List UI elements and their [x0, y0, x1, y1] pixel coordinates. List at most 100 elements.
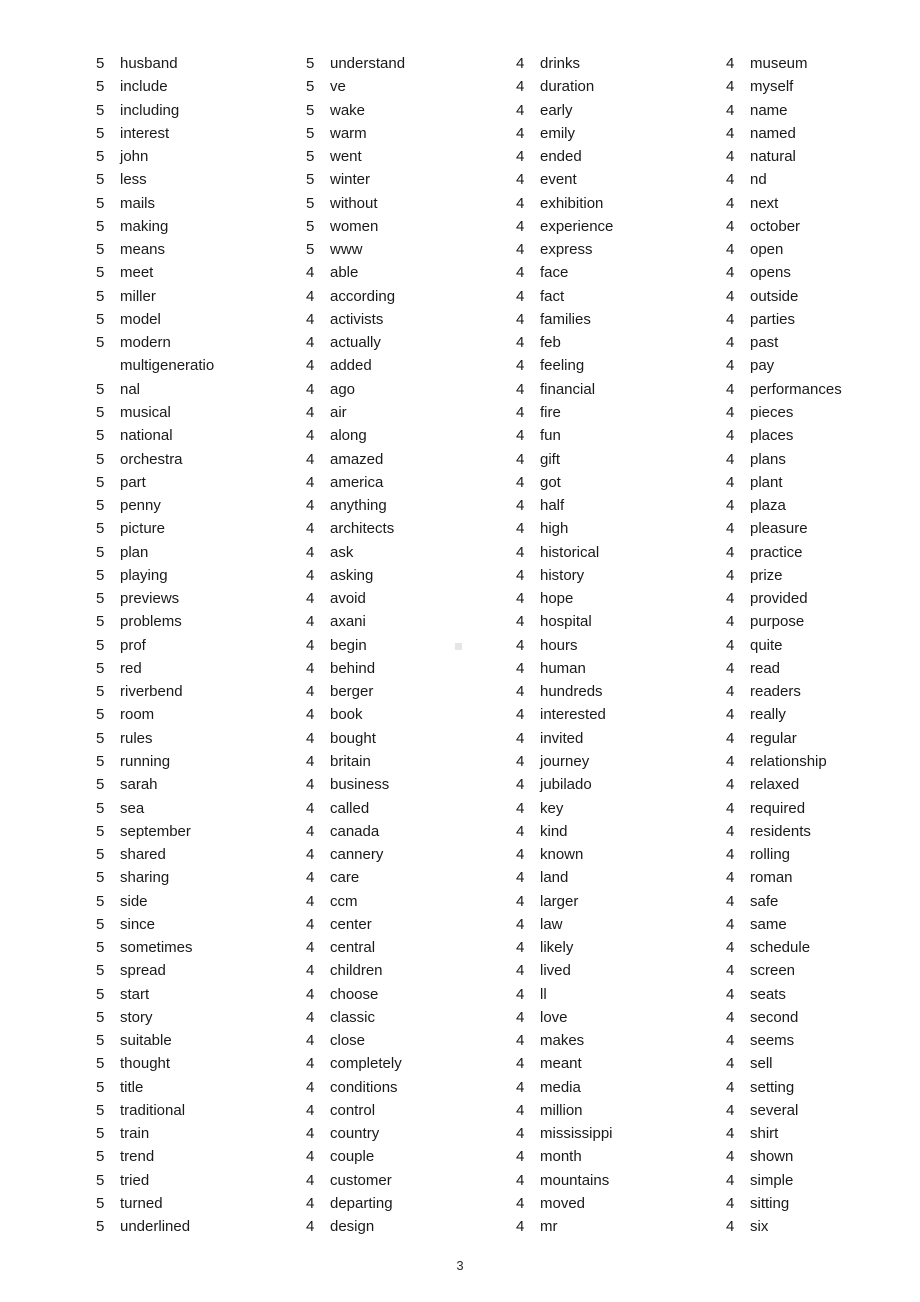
- word-count: 5: [96, 636, 105, 654]
- word-count: 4: [726, 194, 735, 212]
- word-text: safe: [750, 892, 779, 910]
- word-text: past: [750, 334, 779, 352]
- word-count: 4: [726, 985, 735, 1003]
- word-text: previews: [120, 590, 180, 608]
- word-text: roman: [750, 869, 793, 887]
- word-entry-row: 4 feeling: [516, 354, 726, 377]
- word-entry-row: 5 start: [96, 983, 306, 1006]
- word-count: 4: [306, 473, 315, 491]
- word-text: practice: [750, 543, 803, 561]
- word-entry-row: 4 moved: [516, 1192, 726, 1215]
- word-text: got: [540, 473, 561, 491]
- word-count: 4: [516, 124, 525, 142]
- word-entry-row: 4 pleasure: [726, 517, 920, 540]
- word-count: 4: [306, 310, 315, 328]
- word-entry-row: 4 lived: [516, 959, 726, 982]
- word-count: 4: [516, 520, 525, 538]
- word-entry-row: 5 sea: [96, 797, 306, 820]
- word-text: able: [330, 264, 359, 282]
- word-entry-row: 4 regular: [726, 727, 920, 750]
- word-entry-row: 5 ve: [306, 75, 516, 98]
- word-count: 4: [306, 939, 315, 957]
- word-count: 4: [516, 543, 525, 561]
- word-entry-row: 4 fact: [516, 285, 726, 308]
- word-text: relationship: [750, 752, 827, 770]
- word-entry-row: 4 mississippi: [516, 1122, 726, 1145]
- word-entry-row: 5 train: [96, 1122, 306, 1145]
- word-count: 5: [96, 776, 105, 794]
- word-text: half: [540, 497, 565, 515]
- word-count: 5: [96, 985, 105, 1003]
- word-text: john: [120, 148, 149, 166]
- word-text: second: [750, 1008, 799, 1026]
- word-text: nd: [750, 171, 767, 189]
- word-text: human: [540, 659, 586, 677]
- word-text: prize: [750, 566, 783, 584]
- word-entry-row: 5 wake: [306, 99, 516, 122]
- word-text: pleasure: [750, 520, 808, 538]
- word-text: turned: [120, 1195, 163, 1213]
- word-entry-row: 4 classic: [306, 1006, 516, 1029]
- word-count: 5: [96, 1218, 105, 1236]
- word-count: 5: [96, 380, 105, 398]
- word-count: 4: [306, 613, 315, 631]
- word-text: journey: [540, 752, 590, 770]
- word-entry-row: 5 mails: [96, 192, 306, 215]
- word-entry-row: 4 pieces: [726, 401, 920, 424]
- word-count: 4: [306, 659, 315, 677]
- word-text: departing: [330, 1195, 393, 1213]
- word-entry-row: 5 include: [96, 75, 306, 98]
- word-text: spread: [120, 962, 166, 980]
- word-count: 4: [516, 1032, 525, 1050]
- word-entry-row: 4 plant: [726, 471, 920, 494]
- word-text: side: [120, 892, 148, 910]
- word-text: makes: [540, 1032, 585, 1050]
- word-count: 4: [726, 287, 735, 305]
- word-text: trend: [120, 1148, 155, 1166]
- word-text: conditions: [330, 1078, 398, 1096]
- word-text: title: [120, 1078, 144, 1096]
- word-text: ago: [330, 380, 356, 398]
- word-entry-row: 5 went: [306, 145, 516, 168]
- word-count: 4: [726, 403, 735, 421]
- word-text: control: [330, 1101, 376, 1119]
- word-count: 4: [306, 706, 315, 724]
- word-text: drinks: [540, 55, 581, 72]
- word-entry-row: 5 husband: [96, 52, 306, 75]
- word-entry-row: 4 half: [516, 494, 726, 517]
- word-text: likely: [540, 939, 574, 957]
- word-text: october: [750, 217, 801, 235]
- word-count: 5: [96, 613, 105, 631]
- word-entry-row: 4 early: [516, 99, 726, 122]
- word-entry-row: 4 able: [306, 261, 516, 284]
- word-text: ask: [330, 543, 354, 561]
- word-count: 4: [726, 613, 735, 631]
- word-entry-row: 5 underlined: [96, 1215, 306, 1238]
- word-text: hospital: [540, 613, 592, 631]
- word-entry-row: 5 nal: [96, 378, 306, 401]
- word-entry-row: 4 really: [726, 703, 920, 726]
- word-count: 4: [726, 729, 735, 747]
- word-text: completely: [330, 1055, 402, 1073]
- word-entry-row: 4 mr: [516, 1215, 726, 1238]
- word-count: 4: [726, 55, 735, 72]
- word-count: 4: [306, 590, 315, 608]
- word-text: required: [750, 799, 806, 817]
- word-count: 4: [516, 380, 525, 398]
- word-entry-row: 5 understand: [306, 52, 516, 75]
- word-text: several: [750, 1101, 799, 1119]
- word-count: 4: [516, 613, 525, 631]
- word-entry-row: 5 riverbend: [96, 680, 306, 703]
- word-text: avoid: [330, 590, 366, 608]
- word-count: 5: [96, 1101, 105, 1119]
- word-count: 4: [726, 148, 735, 166]
- word-text: parties: [750, 310, 796, 328]
- word-entry-row: 5 rules: [96, 727, 306, 750]
- word-text: activists: [330, 310, 384, 328]
- word-entry-row: 4 customer: [306, 1169, 516, 1192]
- word-entry-row: 5 winter: [306, 168, 516, 191]
- word-entry-row: 4 second: [726, 1006, 920, 1029]
- word-count: 5: [306, 101, 315, 119]
- word-entry-row: 4 hundreds: [516, 680, 726, 703]
- word-text: hours: [540, 636, 578, 654]
